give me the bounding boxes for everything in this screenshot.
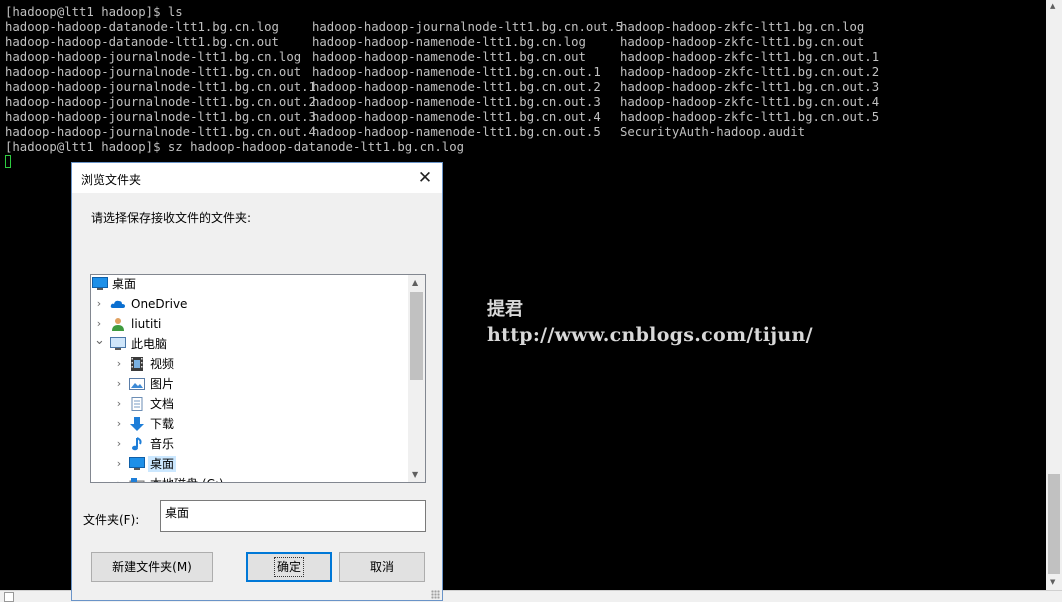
- terminal-file-entry: hadoop-hadoop-namenode-ltt1.bg.cn.out: [312, 50, 586, 64]
- scroll-up-arrow-icon[interactable]: ▲: [1050, 2, 1055, 10]
- tree-item-label: liutiti: [131, 317, 162, 331]
- tree-scroll-up-icon[interactable]: ▲: [412, 278, 418, 287]
- ok-button[interactable]: 确定: [246, 552, 332, 582]
- tree-item[interactable]: 桌面: [91, 275, 409, 294]
- terminal-file-entry: hadoop-hadoop-namenode-ltt1.bg.cn.log: [312, 35, 586, 49]
- terminal-scrollbar-thumb[interactable]: [1048, 474, 1060, 574]
- tree-item-label: 桌面: [148, 456, 177, 472]
- cancel-button[interactable]: 取消: [339, 552, 425, 582]
- chevron-right-icon[interactable]: ›: [114, 417, 124, 431]
- resize-grip-icon[interactable]: [431, 590, 440, 599]
- tree-item[interactable]: › 视频: [91, 354, 409, 374]
- terminal-prompt-line: [hadoop@ltt1 hadoop]$ ls: [5, 5, 183, 19]
- tree-item-label: 图片: [150, 377, 175, 391]
- tree-item-label: 文档: [150, 397, 175, 411]
- terminal-file-entry: hadoop-hadoop-namenode-ltt1.bg.cn.out.4: [312, 110, 601, 124]
- tree-item[interactable]: › 文档: [91, 394, 409, 414]
- desktop-icon: [92, 277, 108, 291]
- tree-item-label: 视频: [150, 357, 175, 371]
- drive-icon: [129, 477, 145, 482]
- terminal-file-entry: hadoop-hadoop-zkfc-ltt1.bg.cn.out.4: [620, 95, 880, 109]
- scroll-down-arrow-icon[interactable]: ▼: [1050, 578, 1055, 586]
- terminal-file-entry: hadoop-hadoop-zkfc-ltt1.bg.cn.log: [620, 20, 865, 34]
- terminal-cursor: [5, 155, 11, 168]
- terminal-file-entry: hadoop-hadoop-journalnode-ltt1.bg.cn.out…: [5, 125, 316, 139]
- chevron-right-icon[interactable]: ›: [94, 297, 104, 311]
- tree-item[interactable]: › 下载: [91, 414, 409, 434]
- chevron-right-icon[interactable]: ›: [114, 377, 124, 391]
- tree-item[interactable]: › OneDrive: [91, 294, 409, 314]
- terminal-file-entry: hadoop-hadoop-journalnode-ltt1.bg.cn.out…: [312, 20, 623, 34]
- terminal-file-entry: hadoop-hadoop-zkfc-ltt1.bg.cn.out.3: [620, 80, 880, 94]
- terminal-file-entry: hadoop-hadoop-namenode-ltt1.bg.cn.out.2: [312, 80, 601, 94]
- tree-item-label: 此电脑: [131, 337, 168, 351]
- chevron-down-icon[interactable]: ⌄: [94, 334, 105, 348]
- new-folder-button[interactable]: 新建文件夹(M): [91, 552, 213, 582]
- terminal-file-entry: hadoop-hadoop-zkfc-ltt1.bg.cn.out.1: [620, 50, 880, 64]
- terminal-file-entry: hadoop-hadoop-namenode-ltt1.bg.cn.out.5: [312, 125, 601, 139]
- terminal-file-entry: hadoop-hadoop-zkfc-ltt1.bg.cn.out: [620, 35, 865, 49]
- terminal-file-entry: hadoop-hadoop-namenode-ltt1.bg.cn.out.3: [312, 95, 601, 109]
- terminal-file-entry: hadoop-hadoop-namenode-ltt1.bg.cn.out.1: [312, 65, 601, 79]
- terminal-file-entry: hadoop-hadoop-journalnode-ltt1.bg.cn.out: [5, 65, 302, 79]
- download-icon: [129, 417, 145, 431]
- terminal-file-entry: hadoop-hadoop-zkfc-ltt1.bg.cn.out.5: [620, 110, 880, 124]
- tree-item[interactable]: ⌄ 此电脑: [91, 334, 409, 354]
- music-icon: [129, 437, 145, 451]
- documents-icon: [129, 397, 145, 411]
- cloud-icon: [110, 297, 126, 311]
- tree-item[interactable]: › 图片: [91, 374, 409, 394]
- terminal-file-entry: hadoop-hadoop-datanode-ltt1.bg.cn.out: [5, 35, 279, 49]
- chevron-right-icon[interactable]: ›: [114, 397, 124, 411]
- terminal-file-entry: hadoop-hadoop-journalnode-ltt1.bg.cn.log: [5, 50, 302, 64]
- chevron-right-icon[interactable]: ›: [114, 437, 124, 451]
- ok-button-label: 确定: [273, 557, 305, 577]
- chevron-right-icon[interactable]: ›: [114, 357, 124, 371]
- chevron-right-icon[interactable]: ›: [94, 317, 104, 331]
- terminal-scrollbar[interactable]: ▲ ▼: [1046, 0, 1062, 590]
- folder-field-label: 文件夹(F):: [83, 513, 140, 527]
- terminal-file-entry: hadoop-hadoop-datanode-ltt1.bg.cn.log: [5, 20, 279, 34]
- pictures-icon: [129, 377, 145, 391]
- tree-item[interactable]: › 本地磁盘 (C:): [91, 474, 409, 482]
- terminal-file-entry: SecurityAuth-hadoop.audit: [620, 125, 806, 139]
- terminal-file-entry: hadoop-hadoop-journalnode-ltt1.bg.cn.out…: [5, 80, 316, 94]
- folder-tree[interactable]: 桌面 › OneDrive › liutiti ⌄ 此电脑 › 视频 › 图片 › 文档 › 下载 › 音乐 › 桌…: [90, 274, 426, 483]
- tree-item-label: 桌面: [112, 277, 137, 291]
- tree-item-label: 下载: [150, 417, 175, 431]
- browse-folder-dialog: 浏览文件夹 ✕ 请选择保存接收文件的文件夹: 桌面 › OneDrive › liuti…: [71, 162, 443, 601]
- chevron-right-icon[interactable]: ›: [114, 477, 124, 482]
- tree-scrollbar[interactable]: ▲ ▼: [408, 275, 425, 482]
- watermark-name: 提君: [487, 299, 523, 320]
- tree-item[interactable]: › 桌面: [91, 454, 409, 474]
- computer-icon: [110, 337, 126, 351]
- tree-scroll-down-icon[interactable]: ▼: [412, 470, 418, 479]
- video-icon: [129, 357, 145, 371]
- dialog-title: 浏览文件夹: [81, 173, 142, 187]
- tree-item[interactable]: › liutiti: [91, 314, 409, 334]
- tree-item-label: 本地磁盘 (C:): [150, 476, 224, 482]
- terminal-command-line: [hadoop@ltt1 hadoop]$ sz hadoop-hadoop-d…: [5, 140, 465, 154]
- tree-item-label: OneDrive: [131, 297, 188, 311]
- folder-input[interactable]: 桌面: [160, 500, 426, 532]
- watermark: 提君 http://www.cnblogs.com/tijun/: [487, 298, 813, 348]
- dialog-titlebar[interactable]: 浏览文件夹 ✕: [72, 163, 442, 193]
- dialog-prompt: 请选择保存接收文件的文件夹:: [91, 211, 252, 225]
- terminal-file-entry: hadoop-hadoop-journalnode-ltt1.bg.cn.out…: [5, 95, 316, 109]
- tree-item-label: 音乐: [150, 437, 175, 451]
- tree-item[interactable]: › 音乐: [91, 434, 409, 454]
- terminal-file-entry: hadoop-hadoop-journalnode-ltt1.bg.cn.out…: [5, 110, 316, 124]
- terminal-file-entry: hadoop-hadoop-zkfc-ltt1.bg.cn.out.2: [620, 65, 880, 79]
- watermark-url: http://www.cnblogs.com/tijun/: [487, 324, 813, 346]
- user-icon: [110, 317, 126, 331]
- chevron-right-icon[interactable]: ›: [114, 457, 124, 471]
- tree-scrollbar-thumb[interactable]: [410, 292, 423, 380]
- close-icon[interactable]: ✕: [412, 165, 438, 191]
- desktop-icon: [129, 457, 145, 471]
